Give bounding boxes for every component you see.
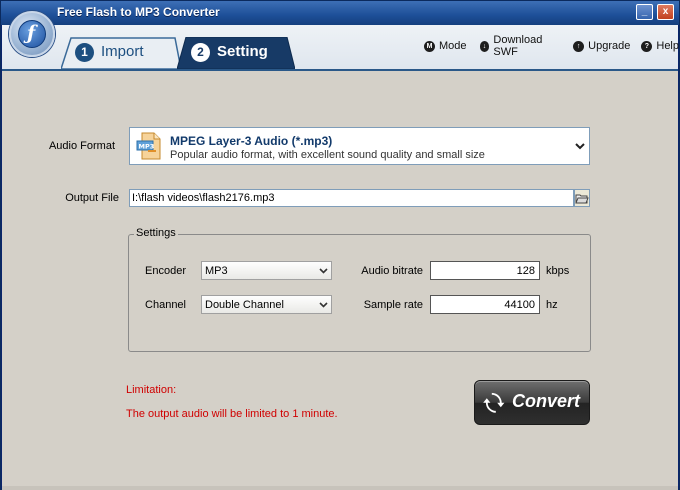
title-bar: Free Flash to MP3 Converter _ x	[1, 1, 679, 25]
tab-import-number: 1	[75, 43, 94, 62]
audio-format-description: Popular audio format, with excellent sou…	[170, 149, 485, 161]
settings-group: Settings	[128, 227, 591, 352]
top-links: M Mode ↓ Download SWF ↑ Upgrade ? Help	[424, 34, 679, 58]
download-icon: ↓	[479, 40, 490, 52]
browse-folder-button[interactable]	[574, 189, 590, 207]
svg-text:MP3: MP3	[139, 143, 155, 151]
encoder-select[interactable]: MP3	[201, 261, 332, 280]
tab-import[interactable]: 1 Import	[61, 37, 181, 69]
tab-setting-number: 2	[191, 43, 210, 62]
chevron-down-icon	[575, 143, 585, 150]
download-swf-label: Download SWF	[493, 34, 543, 58]
sample-rate-label: Sample rate	[363, 299, 423, 311]
channel-select[interactable]: Double Channel	[201, 295, 332, 314]
folder-open-icon	[575, 194, 589, 204]
limitation-heading: Limitation:	[126, 384, 177, 396]
channel-label: Channel	[145, 299, 186, 311]
audio-format-label: Audio Format	[48, 140, 115, 152]
audio-bitrate-label: Audio bitrate	[361, 265, 423, 277]
download-swf-link[interactable]: ↓ Download SWF	[479, 34, 563, 58]
upgrade-icon: ↑	[573, 40, 585, 52]
minimize-button[interactable]: _	[636, 4, 653, 20]
channel-value: Double Channel	[205, 299, 284, 311]
window-title: Free Flash to MP3 Converter	[57, 5, 220, 19]
mode-label: Mode	[439, 40, 467, 52]
output-file-label: Output File	[65, 192, 119, 204]
convert-label: Convert	[512, 391, 581, 411]
close-button[interactable]: x	[657, 4, 674, 20]
sample-rate-field[interactable]: 44100	[430, 295, 540, 314]
help-link[interactable]: ? Help	[641, 40, 679, 52]
settings-panel: Audio Format MP3 MPEG Layer-3 Audio (*.m…	[2, 69, 678, 486]
app-logo: ƒ	[9, 11, 55, 57]
audio-format-select[interactable]: MP3 MPEG Layer-3 Audio (*.mp3) Popular a…	[129, 127, 590, 165]
chevron-down-icon	[319, 268, 328, 274]
upgrade-link[interactable]: ↑ Upgrade	[573, 40, 630, 52]
output-file-field[interactable]: I:\flash videos\flash2176.mp3	[129, 189, 574, 207]
tab-setting-label: Setting	[217, 43, 268, 60]
encoder-label: Encoder	[145, 265, 186, 277]
app-window: Free Flash to MP3 Converter _ x 1 Import…	[0, 0, 680, 490]
settings-group-legend: Settings	[134, 227, 178, 239]
convert-button[interactable]: Convert	[474, 380, 590, 425]
audio-format-title: MPEG Layer-3 Audio (*.mp3)	[170, 134, 333, 148]
mp3-file-icon: MP3	[136, 132, 161, 160]
mode-link[interactable]: M Mode	[424, 40, 467, 52]
tab-import-label: Import	[101, 43, 144, 60]
tab-setting[interactable]: 2 Setting	[177, 37, 295, 69]
refresh-icon	[483, 392, 505, 413]
mode-icon: M	[424, 40, 435, 52]
audio-bitrate-field[interactable]: 128	[430, 261, 540, 280]
limitation-text: The output audio will be limited to 1 mi…	[126, 408, 338, 420]
help-icon: ?	[641, 40, 653, 52]
chevron-down-icon	[319, 302, 328, 308]
window-bottom-edge	[2, 486, 678, 490]
encoder-value: MP3	[205, 265, 228, 277]
help-label: Help	[656, 40, 679, 52]
flash-logo-icon: ƒ	[18, 20, 46, 48]
sample-rate-unit: hz	[546, 299, 558, 311]
upgrade-label: Upgrade	[588, 40, 631, 52]
audio-bitrate-unit: kbps	[546, 265, 570, 277]
